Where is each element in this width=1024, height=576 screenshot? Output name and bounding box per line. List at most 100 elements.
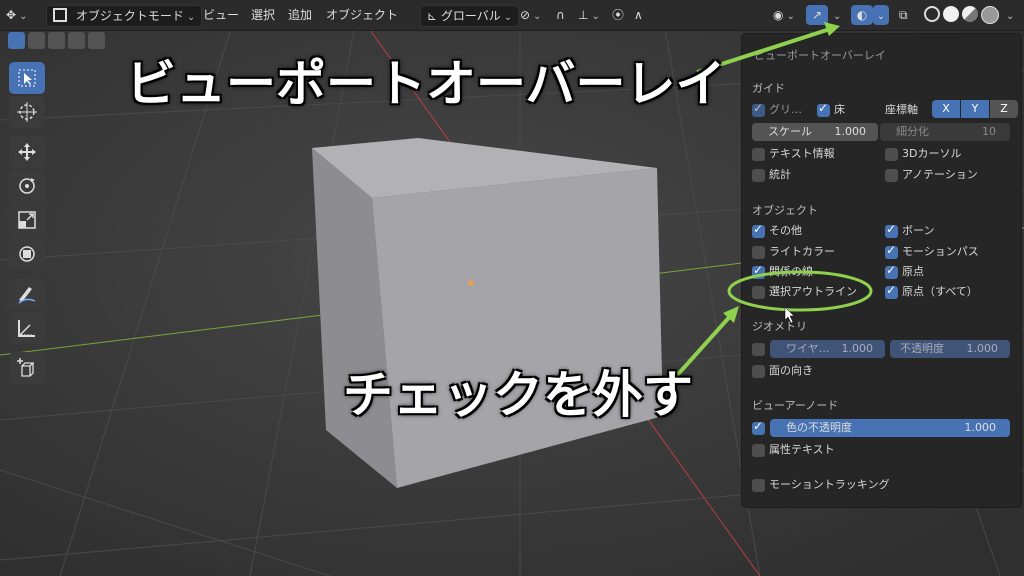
object-origin: [468, 280, 474, 286]
extras-checkbox[interactable]: [752, 222, 765, 238]
gizmo-toggle[interactable]: ↗: [806, 5, 828, 25]
crosshair-icon: [17, 102, 37, 122]
rendered-shading[interactable]: [981, 6, 999, 24]
subdivisions-field[interactable]: 細分化 10: [880, 123, 1010, 141]
snap-toggle[interactable]: ∩: [556, 4, 565, 26]
viewer-node-checkbox[interactable]: [752, 419, 765, 435]
stats-checkbox[interactable]: [752, 169, 765, 182]
mode-selector[interactable]: オブジェクトモード ⌄: [46, 5, 203, 27]
select-box-tool[interactable]: [9, 62, 45, 94]
grid-checkbox[interactable]: [752, 101, 765, 117]
motion-paths-checkbox[interactable]: [885, 243, 898, 259]
color-opacity-value: 1.000: [964, 421, 997, 434]
stats-label: 統計: [769, 168, 791, 181]
face-orientation-checkbox[interactable]: [752, 365, 765, 378]
chevron-down-icon: ⌄: [876, 11, 886, 22]
axis-y-toggle[interactable]: Y: [961, 100, 989, 118]
color-opacity-label: 色の不透明度: [786, 421, 852, 434]
measure-tool[interactable]: [9, 312, 45, 344]
select-intersect-icon[interactable]: [88, 32, 105, 49]
relationship-lines-label: 関係の線: [769, 265, 813, 278]
relationship-lines-checkbox[interactable]: [752, 263, 765, 279]
rotate-icon: [19, 178, 35, 194]
origins-label: 原点: [902, 265, 924, 278]
text-info-checkbox[interactable]: [752, 148, 765, 161]
select-new-icon[interactable]: [8, 32, 25, 49]
eye-icon: ◉: [773, 8, 784, 22]
bones-label: ボーン: [902, 224, 935, 237]
grid-label: グリ…: [769, 103, 802, 116]
editor-type-button[interactable]: ✥ ⌄: [6, 4, 27, 26]
light-colors-checkbox[interactable]: [752, 246, 765, 259]
wireframe-field[interactable]: ワイヤ… 1.000: [770, 340, 885, 358]
solid-shading[interactable]: [943, 6, 959, 22]
attribute-text-checkbox[interactable]: [752, 444, 765, 457]
transform-tool-icon: [19, 246, 35, 262]
transform-orientation[interactable]: ⊾ グローバル ⌄: [420, 5, 520, 27]
xray-icon: ⧉: [899, 8, 908, 22]
select-subtract-icon[interactable]: [48, 32, 65, 49]
bones-checkbox[interactable]: [885, 222, 898, 238]
viewer-node-heading: ビューアーノード: [752, 399, 839, 412]
wireframe-value: 1.000: [841, 342, 874, 355]
scale-field[interactable]: スケール 1.000: [752, 123, 878, 141]
overlay-toggle[interactable]: ◐: [851, 5, 873, 25]
menu-view[interactable]: ビュー: [203, 4, 239, 26]
cursor-arrow-icon: [18, 69, 36, 87]
wireframe-shading[interactable]: [924, 6, 940, 22]
wireframe-checkbox[interactable]: [752, 343, 765, 356]
outline-selected-checkbox[interactable]: [752, 286, 765, 299]
cursor-tool[interactable]: [9, 96, 45, 128]
falloff-button[interactable]: ∧: [634, 4, 643, 26]
origins-all-label: 原点（すべて）: [902, 285, 978, 298]
overlay-dropdown[interactable]: ⌄: [873, 5, 889, 25]
axis-x-toggle[interactable]: X: [932, 100, 960, 118]
extras-label: その他: [769, 224, 802, 237]
visibility-button[interactable]: ◉ ⌄: [773, 4, 795, 26]
xray-toggle[interactable]: ⧉: [899, 4, 908, 26]
viewport-overlays-popover: ビューポートオーバーレイ ガイド グリ… 床 座標軸 X Y Z スケール 1.…: [741, 33, 1022, 508]
snap-element[interactable]: ⊥ ⌄: [578, 4, 600, 26]
transform-tool[interactable]: [9, 238, 45, 270]
wireframe-opacity-field[interactable]: 不透明度 1.000: [890, 340, 1010, 358]
origins-checkbox[interactable]: [885, 263, 898, 279]
transform-label: グローバル: [440, 9, 501, 23]
cube-mode-icon: [53, 8, 67, 22]
floor-checkbox[interactable]: [817, 101, 830, 117]
snap-increment-icon: ⊥: [578, 8, 589, 22]
menu-select[interactable]: 選択: [251, 4, 275, 26]
objects-heading: オブジェクト: [752, 204, 818, 217]
geometry-heading: ジオメトリ: [752, 320, 807, 333]
rotate-tool[interactable]: [9, 170, 45, 202]
menu-add[interactable]: 追加: [288, 4, 312, 26]
scale-tool[interactable]: [9, 204, 45, 236]
scale-value: 1.000: [834, 125, 867, 138]
motion-paths-label: モーションパス: [902, 245, 979, 258]
guides-heading: ガイド: [752, 82, 785, 95]
add-cube-tool[interactable]: [9, 352, 45, 384]
annotation-checkbox[interactable]: [885, 169, 898, 182]
motion-tracking-checkbox[interactable]: [752, 479, 765, 492]
move-tool[interactable]: [9, 136, 45, 168]
cursor-3d-checkbox[interactable]: [885, 148, 898, 161]
gizmo-dropdown[interactable]: ⌄: [830, 4, 841, 26]
menu-object[interactable]: オブジェクト: [326, 4, 398, 26]
color-opacity-slider[interactable]: 色の不透明度 1.000: [770, 419, 1010, 437]
outline-selected-label: 選択アウトライン: [769, 285, 857, 298]
select-invert-icon[interactable]: [68, 32, 85, 49]
axis-z-toggle[interactable]: Z: [990, 100, 1018, 118]
select-extend-icon[interactable]: [28, 32, 45, 49]
move-arrows-icon: [18, 143, 36, 161]
opacity-label: 不透明度: [900, 342, 944, 355]
annotate-tool[interactable]: [9, 278, 45, 310]
proportional-edit[interactable]: ⦿: [612, 4, 624, 26]
origins-all-checkbox[interactable]: [885, 283, 898, 299]
pivot-button[interactable]: ⊘ ⌄: [520, 4, 541, 26]
shading-dropdown[interactable]: ⌄: [1003, 4, 1014, 26]
attribute-text-label: 属性テキスト: [769, 443, 835, 456]
text-info-label: テキスト情報: [769, 147, 835, 160]
material-shading[interactable]: [962, 6, 978, 22]
panel-title: ビューポートオーバーレイ: [754, 49, 886, 62]
ruler-icon: [18, 320, 35, 337]
scale-label: スケール: [768, 125, 812, 138]
